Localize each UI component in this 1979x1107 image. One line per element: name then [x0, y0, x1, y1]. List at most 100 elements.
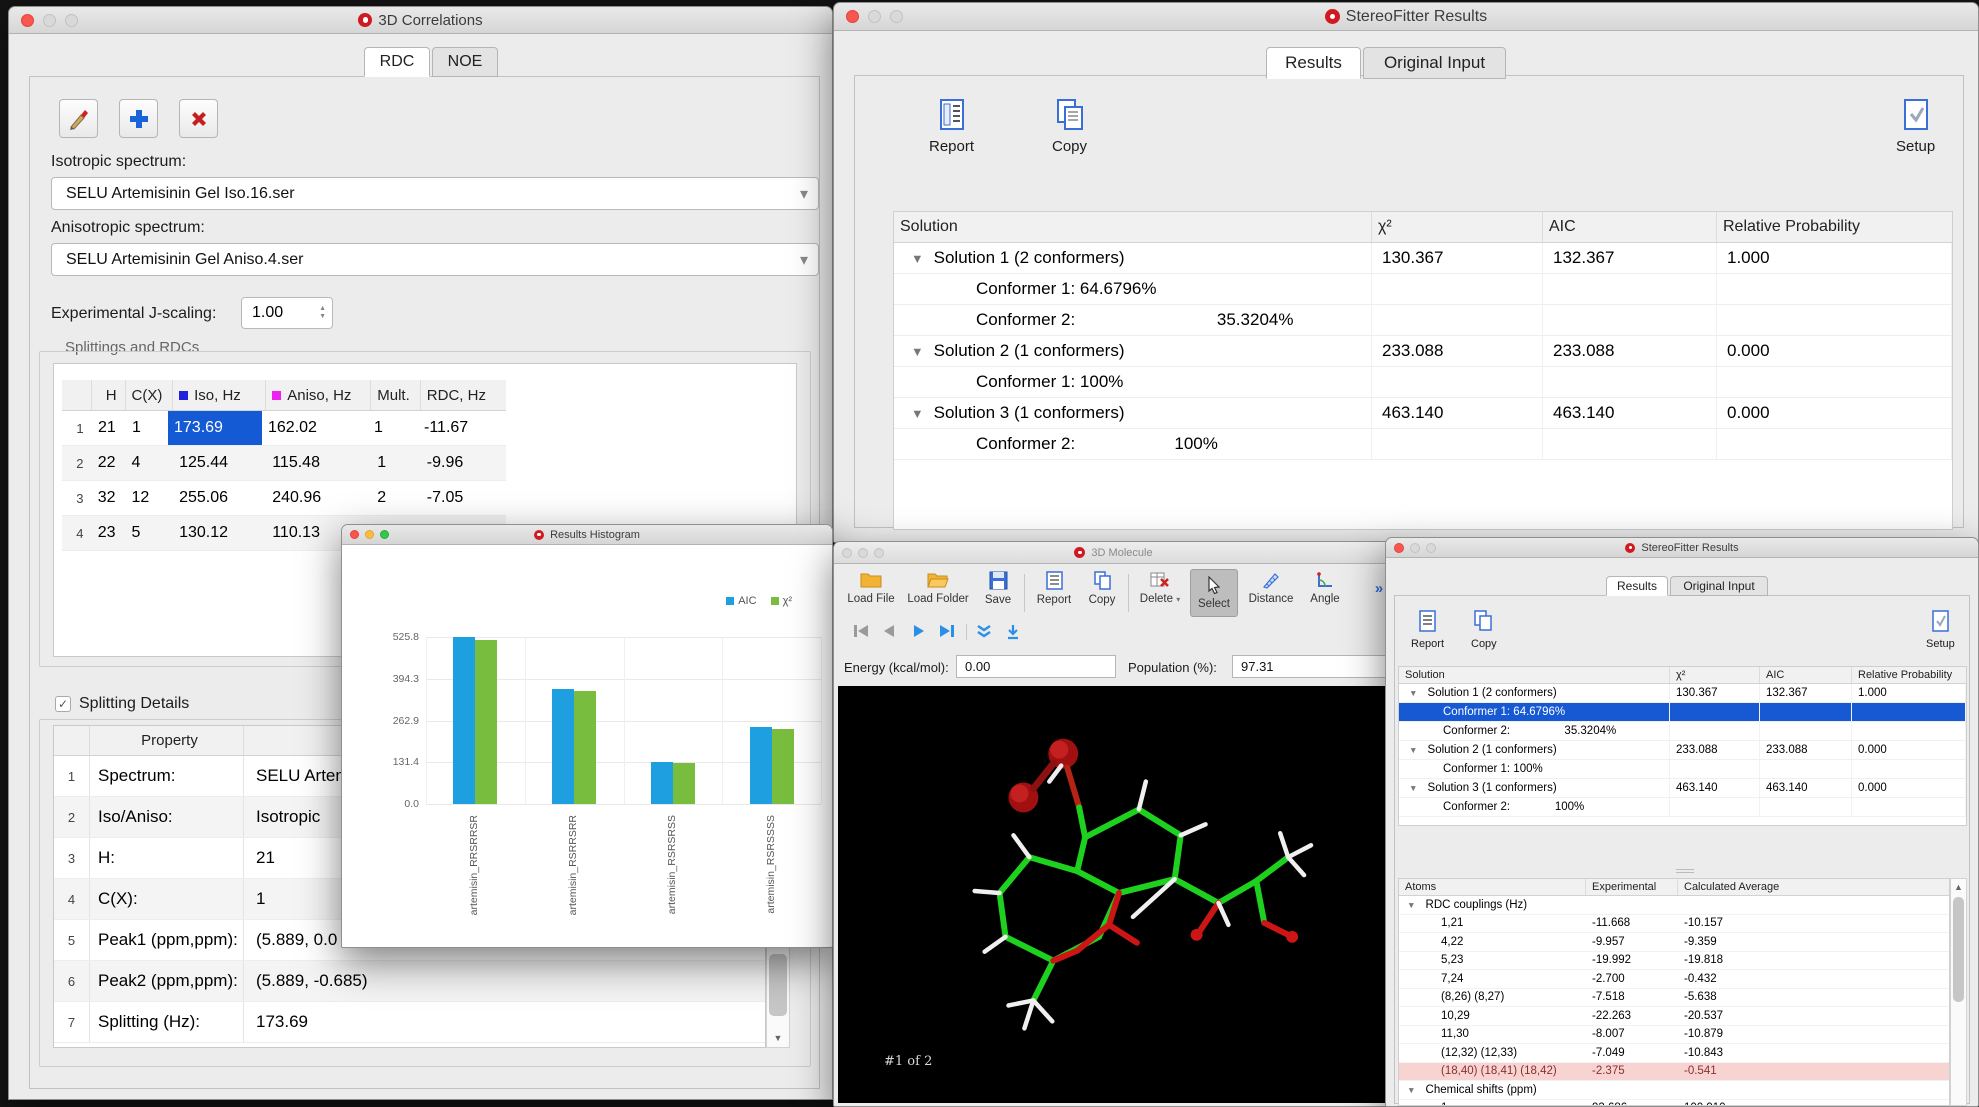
solution-row[interactable]: Conformer 1: 100% [1399, 760, 1966, 779]
titlebar[interactable]: 3D Molecule [834, 542, 1393, 564]
assign-tool-button[interactable] [59, 99, 98, 138]
atoms-scrollbar[interactable]: ▲ [1950, 878, 1967, 1106]
disclosure-triangle-icon[interactable]: ▼ [1409, 745, 1418, 755]
iso-spectrum-select[interactable]: SELU Artemisinin Gel Iso.16.ser ▾ [51, 177, 819, 210]
splitting-details-checkbox[interactable]: ✓ Splitting Details [55, 695, 189, 713]
splitting-row[interactable]: 33212255.06240.962-7.05 [62, 481, 506, 516]
population-input[interactable]: 97.31 [1232, 655, 1388, 678]
minimize-button[interactable] [43, 14, 56, 27]
save-button[interactable]: Save [978, 571, 1018, 606]
add-button[interactable] [119, 99, 158, 138]
titlebar[interactable]: StereoFitter Results [834, 3, 1978, 31]
copy-button[interactable]: Copy [1082, 571, 1122, 606]
minimize-button[interactable] [868, 10, 881, 23]
align-button[interactable] [1006, 624, 1020, 640]
solution-row[interactable]: ▼Solution 3 (1 conformers)463.140463.140… [1399, 779, 1966, 798]
disclosure-triangle-icon[interactable]: ▼ [911, 251, 924, 266]
splitting-row[interactable]: 1211173.69162.021-11.67 [62, 411, 506, 446]
atom-row[interactable]: 193.686100.910 [1399, 1100, 1949, 1107]
scrollbar-thumb[interactable] [769, 954, 787, 1016]
tab-original-input[interactable]: Original Input [1670, 576, 1768, 596]
solution-row[interactable]: Conformer 1: 64.6796% [1399, 703, 1966, 722]
atom-row[interactable]: ▼Chemical shifts (ppm) [1399, 1081, 1949, 1100]
first-conformer-button[interactable] [852, 624, 870, 638]
disclosure-triangle-icon[interactable]: ▼ [911, 406, 924, 421]
energy-input[interactable]: 0.00 [956, 655, 1116, 678]
aniso-spectrum-select[interactable]: SELU Artemisinin Gel Aniso.4.ser ▾ [51, 243, 819, 276]
close-button[interactable] [350, 530, 359, 539]
detail-row[interactable]: 7Splitting (Hz):173.69 [54, 1002, 765, 1043]
close-button[interactable] [21, 14, 34, 27]
zoom-button[interactable] [874, 548, 884, 558]
zoom-button[interactable] [1426, 543, 1436, 553]
load-file-button[interactable]: Load File [844, 571, 898, 605]
solution-row[interactable]: ▼Solution 2 (1 conformers)233.088233.088… [894, 336, 1952, 367]
solution-row[interactable]: Conformer 2: 100% [1399, 798, 1966, 817]
solution-row[interactable]: Conformer 2: 35.3204% [894, 305, 1952, 336]
scroll-down-icon[interactable]: ▼ [767, 1033, 789, 1043]
atom-row[interactable]: 4,22-9.957-9.359 [1399, 933, 1949, 952]
titlebar[interactable]: 3D Correlations [9, 7, 832, 34]
molecule-viewport[interactable]: #1 of 2 [838, 686, 1389, 1103]
atom-row[interactable]: 1,21-11.668-10.157 [1399, 915, 1949, 934]
stepper-arrows-icon[interactable]: ▲▼ [319, 305, 326, 321]
disclosure-triangle-icon[interactable]: ▼ [1409, 688, 1418, 698]
atom-row[interactable]: ▼RDC couplings (Hz) [1399, 896, 1949, 915]
delete-button[interactable] [179, 99, 218, 138]
disclosure-triangle-icon[interactable]: ▼ [1407, 900, 1416, 910]
setup-button[interactable]: Setup [1896, 98, 1935, 155]
close-button[interactable] [842, 548, 852, 558]
bar-χ²-artemisin_RSRSSSS[interactable] [772, 729, 794, 804]
disclosure-triangle-icon[interactable]: ▼ [1409, 783, 1418, 793]
scroll-up-icon[interactable]: ▲ [1951, 882, 1966, 892]
splitting-row[interactable]: 2224125.44115.481-9.96 [62, 446, 506, 481]
copy-button[interactable]: Copy [1471, 610, 1497, 650]
tab-rdc[interactable]: RDC [364, 47, 430, 77]
titlebar[interactable]: StereoFitter Results [1386, 538, 1978, 558]
bar-AIC-artemisin_RSRSSSS[interactable] [750, 727, 772, 804]
bar-AIC-artemisin_RRSRRSR[interactable] [453, 637, 475, 804]
setup-button[interactable]: Setup [1926, 610, 1955, 650]
molecule-3d-render[interactable] [838, 686, 1389, 1103]
zoom-button[interactable] [890, 10, 903, 23]
solution-row[interactable]: ▼Solution 1 (2 conformers)130.367132.367… [894, 243, 1952, 274]
chevron-down-icon[interactable]: ▾ [1176, 595, 1180, 604]
disclosure-triangle-icon[interactable]: ▼ [911, 344, 924, 359]
atom-row[interactable]: 11,30-8.007-10.879 [1399, 1026, 1949, 1045]
tab-results[interactable]: Results [1606, 576, 1668, 596]
jscaling-spinbox[interactable]: 1.00 ▲▼ [241, 297, 333, 329]
splitter-handle[interactable] [1676, 869, 1694, 873]
minimize-button[interactable] [858, 548, 868, 558]
play-conformers-button[interactable] [912, 624, 926, 638]
bar-χ²-artemisin_RSRSRSS[interactable] [673, 763, 695, 804]
atom-row[interactable]: 5,23-19.992-19.818 [1399, 952, 1949, 971]
solution-row[interactable]: Conformer 1: 100% [894, 367, 1952, 398]
atom-row[interactable]: 10,29-22.263-20.537 [1399, 1007, 1949, 1026]
next-conformer-button[interactable] [938, 624, 956, 638]
copy-button[interactable]: Copy [1052, 98, 1087, 155]
atom-row[interactable]: (12,32) (12,33)-7.049-10.843 [1399, 1044, 1949, 1063]
delete-button[interactable]: Delete ▾ [1134, 571, 1186, 605]
solution-row[interactable]: ▼Solution 3 (1 conformers)463.140463.140… [894, 398, 1952, 429]
bar-AIC-artemisin_RSRRSRR[interactable] [552, 689, 574, 804]
report-button[interactable]: Report [1411, 610, 1444, 650]
tab-results[interactable]: Results [1266, 47, 1361, 79]
solution-row[interactable]: ▼Solution 1 (2 conformers)130.367132.367… [1399, 684, 1966, 703]
bar-χ²-artemisin_RSRRSRR[interactable] [574, 691, 596, 804]
minimize-button[interactable] [365, 530, 374, 539]
solution-row[interactable]: Conformer 2: 100% [894, 429, 1952, 460]
bar-AIC-artemisin_RSRSRSS[interactable] [651, 762, 673, 804]
zoom-button[interactable] [65, 14, 78, 27]
atom-row[interactable]: 7,24-2.700-0.432 [1399, 970, 1949, 989]
tab-original-input[interactable]: Original Input [1363, 47, 1506, 79]
titlebar[interactable]: Results Histogram [342, 525, 832, 545]
load-folder-button[interactable]: Load Folder [906, 571, 970, 605]
previous-conformer-button[interactable] [882, 624, 896, 638]
solution-row[interactable]: Conformer 2: 35.3204% [1399, 722, 1966, 741]
select-button[interactable]: Select [1190, 569, 1238, 617]
solution-row[interactable]: Conformer 1: 64.6796% [894, 274, 1952, 305]
bar-χ²-artemisin_RRSRRSR[interactable] [475, 640, 497, 804]
report-button[interactable]: Report [929, 98, 974, 155]
detail-row[interactable]: 6Peak2 (ppm,ppm):(5.889, -0.685) [54, 961, 765, 1002]
atom-row[interactable]: (18,40) (18,41) (18,42)-2.375-0.541 [1399, 1063, 1949, 1082]
